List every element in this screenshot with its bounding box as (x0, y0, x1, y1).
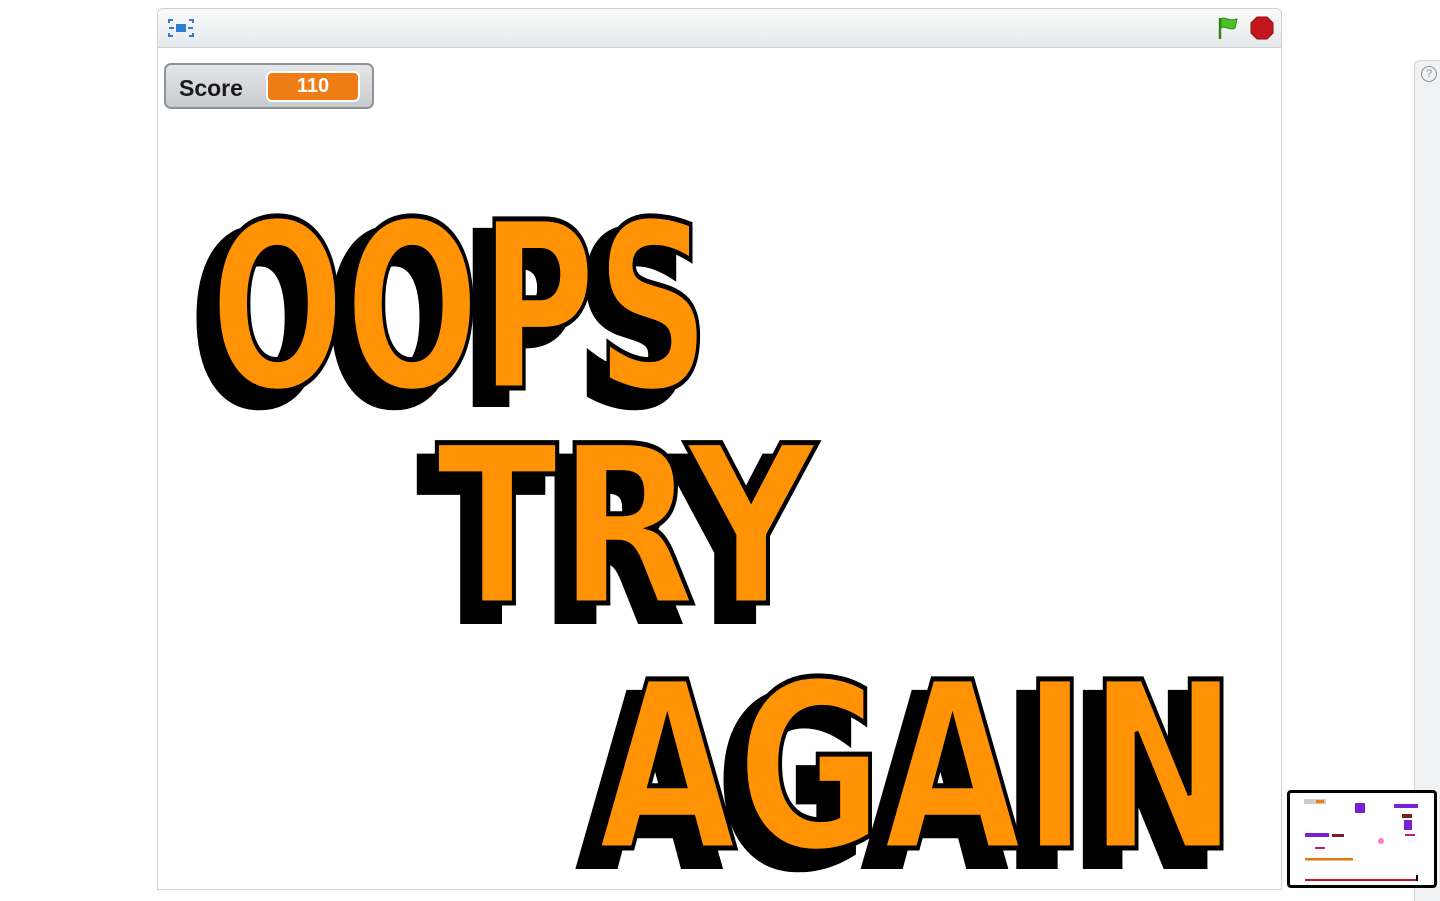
fullscreen-icon (168, 19, 194, 37)
stage-thumbnail[interactable] (1287, 790, 1437, 888)
green-flag-icon (1218, 17, 1238, 39)
green-flag-button[interactable] (1215, 15, 1241, 41)
again-text: AGAIN (598, 633, 1238, 890)
fullscreen-button[interactable] (166, 15, 196, 41)
help-icon[interactable]: ? (1421, 66, 1437, 82)
stage-header (158, 9, 1281, 48)
stop-icon (1250, 16, 1274, 40)
stop-button[interactable] (1249, 15, 1275, 41)
try-text: TRY (436, 399, 818, 655)
sprite-side-panel (1414, 60, 1440, 901)
stage-canvas[interactable]: Score 110 OOPS OOPS TRY TRY AGAIN AGAIN (158, 48, 1281, 889)
thumbnail-preview (1304, 799, 1418, 881)
stage-frame: Score 110 OOPS OOPS TRY TRY AGAIN AGAIN (157, 8, 1282, 890)
game-over-message: OOPS OOPS TRY TRY AGAIN AGAIN (187, 171, 1241, 890)
